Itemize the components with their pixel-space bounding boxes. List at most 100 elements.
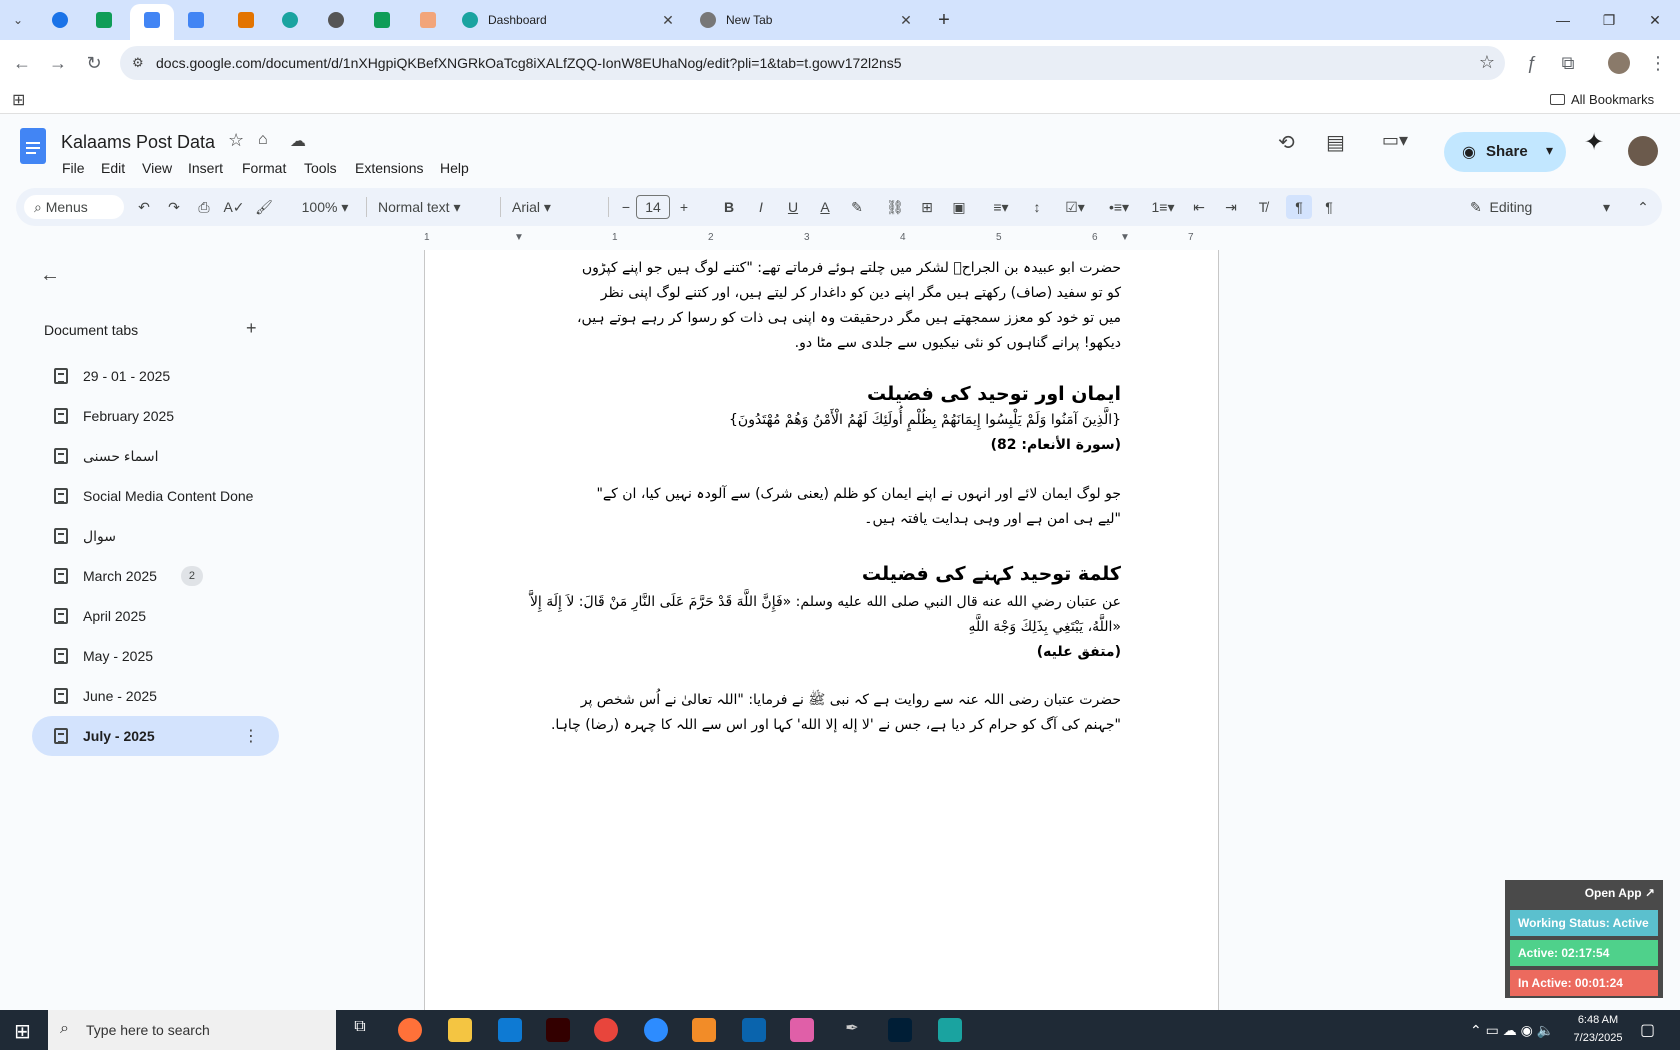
pinned-tab[interactable] (414, 6, 442, 34)
firefox-icon[interactable] (398, 1018, 422, 1042)
menu-extensions[interactable]: Extensions (355, 160, 423, 176)
close-window-button[interactable]: ✕ (1632, 8, 1678, 32)
tab-new-tab[interactable]: New Tab ✕ (700, 4, 916, 36)
clear-formatting-icon[interactable]: T̸ (1252, 195, 1274, 219)
paint-format-icon[interactable]: 🖌 (252, 195, 276, 219)
line-spacing-icon[interactable]: ↕ (1026, 195, 1048, 219)
restore-button[interactable]: ❐ (1586, 8, 1632, 32)
star-icon[interactable]: ☆ (228, 130, 244, 151)
text-color-icon[interactable]: A (814, 195, 836, 219)
pen-tool-icon[interactable]: ✒ (840, 1018, 864, 1042)
redo-icon[interactable]: ↷ (162, 195, 186, 219)
docs-logo-icon[interactable] (20, 128, 46, 164)
file-explorer-icon[interactable] (448, 1018, 472, 1042)
menu-help[interactable]: Help (440, 160, 469, 176)
url-bar[interactable]: ⚙ docs.google.com/document/d/1nXHgpiQKBe… (120, 46, 1505, 80)
forward-button[interactable]: → (46, 51, 70, 75)
sidebar-item[interactable]: 29 - 01 - 2025 (32, 356, 279, 396)
sidebar-item[interactable]: March 2025 2 (32, 556, 279, 596)
reload-button[interactable]: ↻ (82, 51, 106, 75)
tab-search-button[interactable]: ⌄ (4, 6, 32, 34)
underline-icon[interactable]: U (782, 195, 804, 219)
extension-icon[interactable]: ƒ (1520, 51, 1544, 75)
sidebar-item[interactable]: Social Media Content Done (32, 476, 279, 516)
mode-select[interactable]: ✎ Editing ▾ (1470, 195, 1620, 219)
sidebar-item-active[interactable]: July - 2025 ⋮ (32, 716, 279, 756)
chrome-icon[interactable] (594, 1018, 618, 1042)
browser-menu-icon[interactable]: ⋮ (1646, 51, 1670, 75)
pinned-tab[interactable] (232, 6, 260, 34)
hide-menus-icon[interactable]: ⌃ (1632, 195, 1654, 219)
document-title[interactable]: Kalaams Post Data (61, 132, 215, 153)
zoom-icon[interactable] (644, 1018, 668, 1042)
font-size-input[interactable]: 14 (636, 195, 670, 219)
sidebar-item[interactable]: اسماء حسنی (32, 436, 279, 476)
font-select[interactable]: Arial ▾ (512, 195, 602, 219)
history-icon[interactable]: ⟲ (1278, 130, 1295, 155)
comments-icon[interactable]: ▤ (1326, 130, 1345, 155)
increase-font-size-button[interactable]: + (674, 195, 694, 219)
new-tab-button[interactable]: + (930, 6, 958, 34)
tray-icons[interactable]: ⌃ ▭ ☁ ◉ 🔈 (1470, 1022, 1554, 1039)
photoshop-icon[interactable] (888, 1018, 912, 1042)
indent-marker-icon[interactable]: ▼ (1120, 232, 1130, 243)
puzzle-icon[interactable]: ⧉ (1556, 51, 1580, 75)
sidebar-item[interactable]: May - 2025 (32, 636, 279, 676)
menu-format[interactable]: Format (242, 160, 286, 176)
link-icon[interactable]: ⛓ (884, 195, 906, 219)
move-icon[interactable]: ⌂ (258, 131, 268, 149)
document-page[interactable]: حضرت ابو عبیدہ بن الجراحؓ لشکر میں چلتے … (424, 250, 1219, 1010)
close-icon[interactable]: ✕ (896, 12, 916, 29)
site-info-icon[interactable]: ⚙ (132, 55, 144, 71)
sidebar-item[interactable]: June - 2025 (32, 676, 279, 716)
menu-insert[interactable]: Insert (188, 160, 223, 176)
decrease-font-size-button[interactable]: − (616, 195, 636, 219)
pinned-tab[interactable] (276, 6, 304, 34)
sidebar-item[interactable]: February 2025 (32, 396, 279, 436)
add-comment-icon[interactable]: ⊞ (916, 195, 938, 219)
docs-tab[interactable] (138, 6, 166, 34)
windows-start-icon[interactable]: ⊞ (14, 1019, 31, 1044)
taskbar-search[interactable]: ⌕ Type here to search (48, 1010, 336, 1050)
more-options-icon[interactable]: ⋮ (243, 726, 259, 746)
menu-view[interactable]: View (142, 160, 172, 176)
pinned-tab[interactable] (182, 6, 210, 34)
rtl-icon[interactable]: ¶ (1318, 195, 1340, 219)
undo-icon[interactable]: ↶ (132, 195, 156, 219)
print-icon[interactable]: ⎙ (192, 195, 216, 219)
apps-grid-icon[interactable]: ⊞ (12, 90, 25, 110)
app-icon[interactable] (790, 1018, 814, 1042)
profile-avatar[interactable] (1608, 52, 1630, 74)
illustrator-icon[interactable] (546, 1018, 570, 1042)
xampp-icon[interactable] (692, 1018, 716, 1042)
sidebar-item[interactable]: April 2025 (32, 596, 279, 636)
add-tab-button[interactable]: + (246, 318, 257, 339)
close-icon[interactable]: ✕ (658, 12, 678, 29)
italic-icon[interactable]: I (750, 195, 772, 219)
clock-time[interactable]: 6:48 AM (1568, 1014, 1628, 1026)
gemini-icon[interactable]: ✦ (1584, 128, 1604, 157)
pinned-tab[interactable] (368, 6, 396, 34)
highlight-icon[interactable]: ✎ (846, 195, 868, 219)
tab-dashboard[interactable]: Dashboard ✕ (462, 4, 678, 36)
meet-icon[interactable]: ▭▾ (1382, 130, 1408, 151)
minimize-button[interactable]: — (1540, 8, 1586, 32)
menu-edit[interactable]: Edit (101, 160, 125, 176)
align-icon[interactable]: ≡▾ (986, 195, 1016, 219)
pinned-tab[interactable] (322, 6, 350, 34)
indent-marker-icon[interactable]: ▼ (514, 232, 524, 243)
menu-tools[interactable]: Tools (304, 160, 337, 176)
insert-image-icon[interactable]: ▣ (948, 195, 970, 219)
bookmark-star-icon[interactable]: ☆ (1479, 52, 1495, 73)
pinned-tab[interactable] (46, 6, 74, 34)
task-view-icon[interactable]: ⧉ (348, 1018, 372, 1042)
spellcheck-icon[interactable]: A✓ (222, 195, 246, 219)
pinned-tab[interactable] (90, 6, 118, 34)
increase-indent-icon[interactable]: ⇥ (1220, 195, 1242, 219)
share-button[interactable]: ◉ Share ▾ (1444, 132, 1566, 172)
ltr-icon[interactable]: ¶ (1286, 195, 1312, 219)
zoom-select[interactable]: 100% ▾ (292, 195, 358, 219)
vscode-icon[interactable] (498, 1018, 522, 1042)
checklist-icon[interactable]: ☑▾ (1058, 195, 1092, 219)
ruler[interactable]: 1 ▼ 1 2 3 4 5 6 ▼ 7 (424, 232, 1219, 246)
